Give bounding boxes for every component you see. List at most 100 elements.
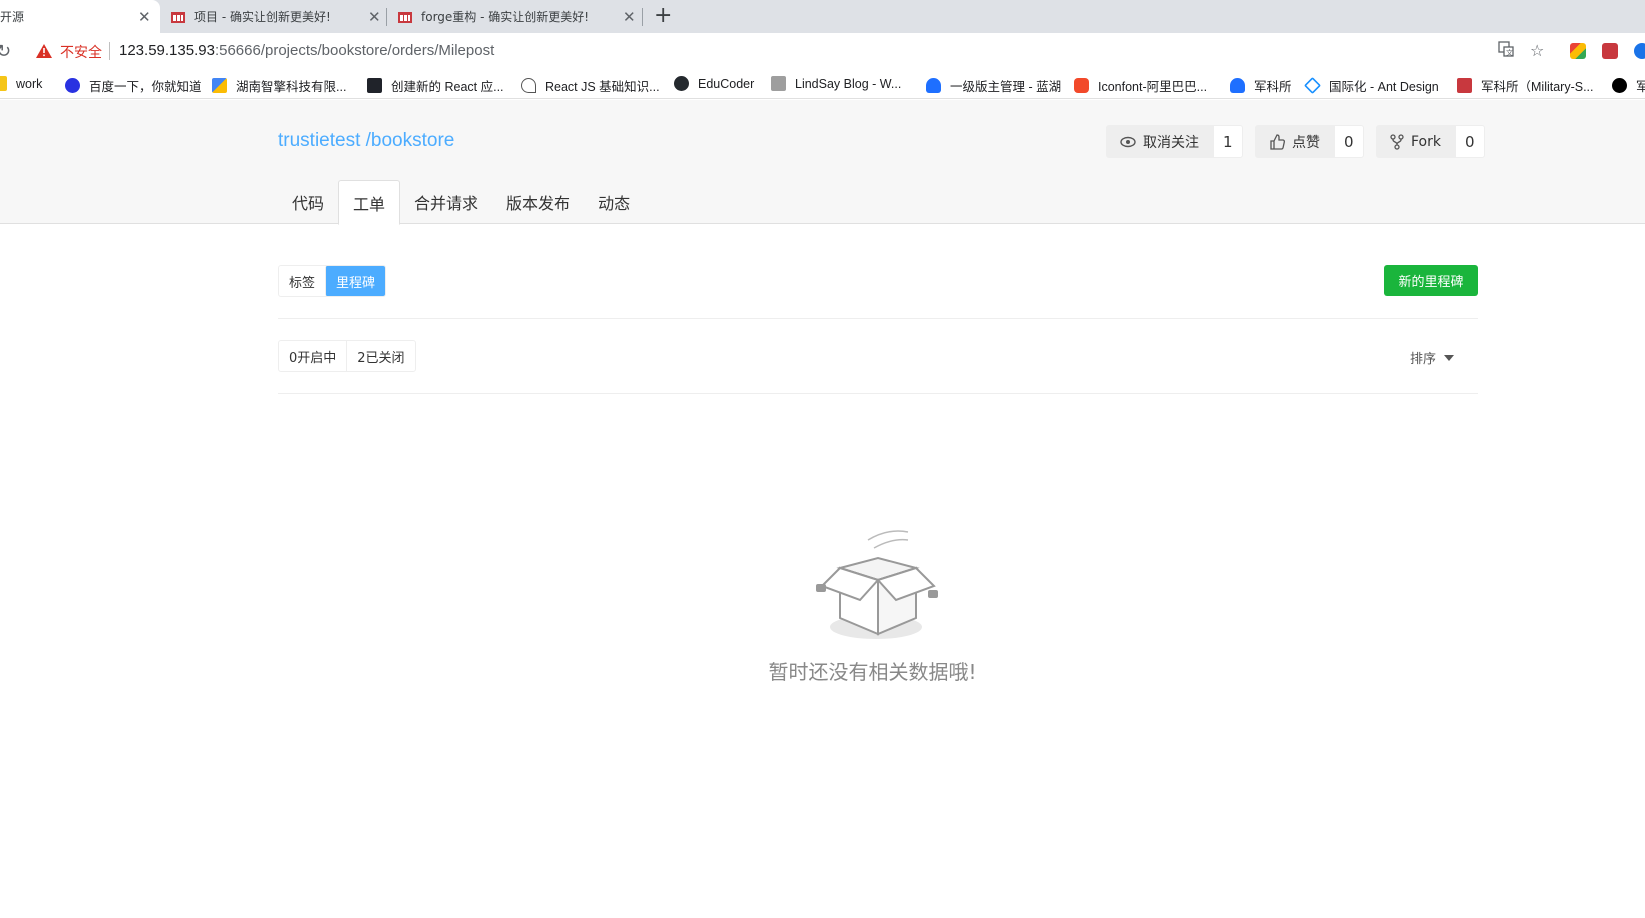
divider [278,393,1478,394]
bookmark-label: 创建新的 React 应... [391,80,504,94]
extension-edge-icon[interactable] [1634,43,1645,59]
thumbs-up-icon [1270,133,1285,150]
like-count[interactable]: 0 [1334,125,1364,158]
bookmark-item[interactable]: 一级版主管理 - 蓝湖 [926,76,1061,95]
tab-releases[interactable]: 版本发布 [492,180,584,224]
unwatch-label: 取消关注 [1143,134,1199,151]
bookmark-label: LindSay Blog - W... [795,76,902,91]
dark-icon [1612,78,1627,93]
bookmark-item[interactable]: 军科所 [1230,76,1292,95]
tab-close-icon[interactable]: ✕ [368,8,381,26]
label-milestone-toggle: 标签 里程碑 [278,265,387,297]
bookmark-item[interactable]: 军 [1612,76,1645,95]
bookmark-label: 军科所 [1254,80,1292,94]
github-icon [674,76,689,91]
bookmark-label: 湖南智擎科技有限... [236,80,347,94]
project-tabs: 代码 工单 合并请求 版本发布 动态 [278,180,644,225]
fork-button[interactable]: Fork [1376,125,1455,158]
iconfont-icon [1074,78,1089,93]
blog-icon [771,76,786,91]
extension-forge-icon[interactable] [1602,43,1618,59]
new-tab-icon[interactable]: + [654,4,672,28]
tab-close-icon[interactable]: ✕ [138,8,151,26]
bookmark-item[interactable]: 国际化 - Ant Design [1304,76,1439,95]
bookmark-item[interactable]: LindSay Blog - W... [771,76,901,91]
project-header: trustietest /bookstore 取消关注 1 点赞 0 Fork … [0,100,1645,225]
fork-count[interactable]: 0 [1454,125,1485,158]
tab-divider [386,8,387,26]
caret-down-icon [1444,354,1455,361]
empty-state-message: 暂时还没有相关数据哦! [768,660,977,684]
bookmark-label: 军科所（Military-S... [1481,80,1594,94]
url-input[interactable]: 123.59.135.93:56666/projects/bookstore/o… [119,42,494,59]
warning-icon[interactable] [36,43,52,58]
tab-pull-requests[interactable]: 合并请求 [400,180,492,224]
tab-title: forge重构 - 确实让创新更美好! [421,10,590,24]
baidu-icon [65,78,80,93]
open-filter[interactable]: 0开启中 [279,341,346,371]
address-bar: ↻ 不安全 123.59.135.93:56666/projects/books… [0,33,1645,69]
closed-filter[interactable]: 2已关闭 [346,341,414,371]
tab-code[interactable]: 代码 [278,180,338,224]
labels-toggle[interactable]: 标签 [279,266,325,296]
divider [278,318,1478,319]
milestones-toggle[interactable]: 里程碑 [325,266,386,296]
lanhu-icon [926,78,941,93]
eye-icon [1120,136,1136,147]
bookmark-star-icon[interactable]: ☆ [1530,41,1544,60]
tab-close-icon[interactable]: ✕ [623,8,636,26]
bookmark-label: 军 [1636,80,1645,94]
like-label: 点赞 [1292,134,1320,151]
antd-icon [1304,77,1321,94]
watch-count[interactable]: 1 [1213,125,1243,158]
react-icon [367,78,382,93]
unwatch-button[interactable]: 取消关注 [1106,125,1213,158]
browser-tab-strip: 开源 ✕ 项目 - 确实让创新更美好! ✕ forge重构 - 确实让创新更美好… [0,0,1645,33]
extension-color-icon[interactable] [1570,43,1586,59]
bookmark-item[interactable]: 创建新的 React 应... [367,76,504,95]
fork-icon [1390,133,1404,150]
bookmark-item[interactable]: React JS 基础知识... [521,76,660,95]
sort-dropdown[interactable]: 排序 [1410,348,1455,367]
watch-button-group: 取消关注 1 [1106,125,1243,158]
tab-issues[interactable]: 工单 [338,180,401,225]
like-button-group: 点赞 0 [1255,125,1364,158]
bookmark-item[interactable]: EduCoder [674,76,754,91]
fork-label: Fork [1411,133,1441,150]
svg-text:文: 文 [1506,48,1513,57]
tab-title: 项目 - 确实让创新更美好! [194,10,331,24]
reload-icon[interactable]: ↻ [0,41,11,62]
bookmark-label: React JS 基础知识... [545,80,660,94]
address-divider [109,42,110,60]
react-js-icon [521,78,536,93]
fork-button-group: Fork 0 [1376,125,1485,158]
military-icon [1457,78,1472,93]
new-milestone-button[interactable]: 新的里程碑 [1384,265,1478,296]
zhiqing-icon [212,78,227,93]
folder-icon [0,76,7,91]
bookmark-item[interactable]: 百度一下，你就知道 [65,76,202,95]
milestone-state-filter: 0开启中 2已关闭 [278,340,416,372]
bookmark-label: 国际化 - Ant Design [1329,80,1439,94]
bookmark-item[interactable]: work [0,76,42,91]
bookmark-item[interactable]: 军科所（Military-S... [1457,76,1594,95]
forge-favicon-icon [170,9,186,25]
url-path: :56666/projects/bookstore/orders/Milepos… [214,42,495,59]
bookmark-item[interactable]: Iconfont-阿里巴巴... [1074,76,1207,95]
bookmark-label: work [16,76,43,91]
bookmark-label: EduCoder [698,76,755,91]
bookmark-label: 百度一下，你就知道 [89,80,202,94]
browser-tab-active[interactable]: 开源 ✕ [0,0,160,33]
security-label[interactable]: 不安全 [60,42,102,62]
browser-tab[interactable]: 项目 - 确实让创新更美好! ✕ [170,0,385,33]
sort-label: 排序 [1410,352,1437,367]
bookmark-item[interactable]: 湖南智擎科技有限... [212,76,346,95]
project-title[interactable]: trustietest /bookstore [278,130,454,152]
bookmark-label: Iconfont-阿里巴巴... [1098,80,1208,94]
browser-tab[interactable]: forge重构 - 确实让创新更美好! ✕ [397,0,636,33]
like-button[interactable]: 点赞 [1255,125,1334,158]
bookmarks-bar: work 百度一下，你就知道 湖南智擎科技有限... 创建新的 React 应.… [0,69,1645,99]
translate-icon[interactable]: 文 [1498,41,1514,61]
tab-activity[interactable]: 动态 [584,180,644,224]
junke-icon [1230,78,1245,93]
